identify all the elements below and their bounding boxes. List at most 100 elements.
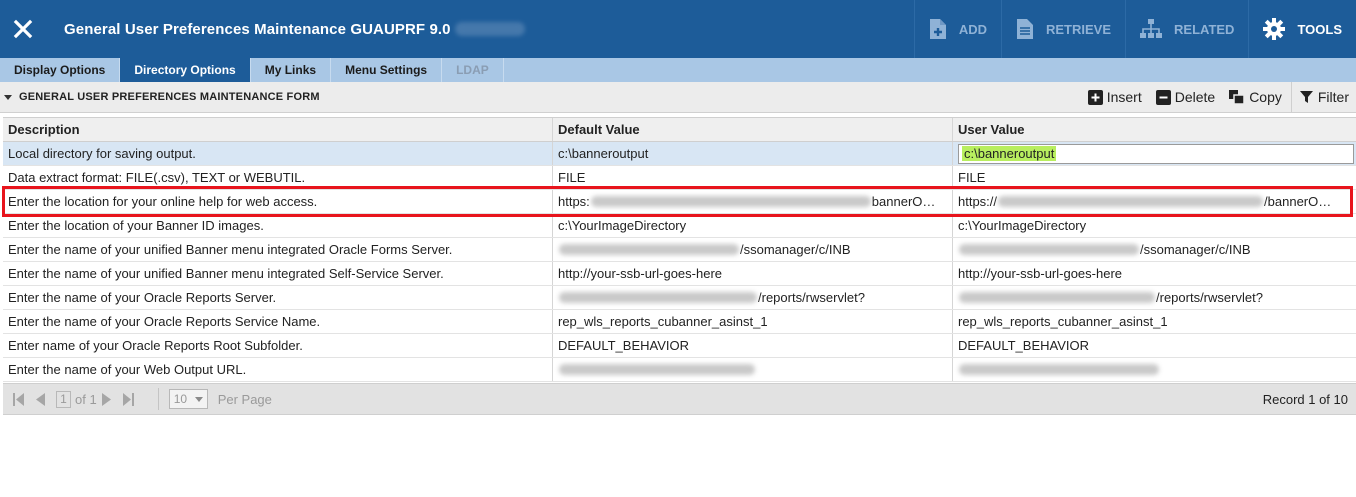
table-row[interactable]: Enter the location for your online help …: [3, 190, 1356, 214]
table-row[interactable]: Enter the name of your Web Output URL.: [3, 358, 1356, 382]
delete-button[interactable]: Delete: [1149, 82, 1222, 113]
redacted-text: [559, 292, 757, 303]
description-cell: Data extract format: FILE(.csv), TEXT or…: [3, 166, 553, 189]
table-row[interactable]: Enter the name of your Oracle Reports Se…: [3, 286, 1356, 310]
app-header: General User Preferences Maintenance GUA…: [0, 0, 1356, 58]
default-value-cell: FILE: [553, 166, 953, 189]
column-header-user-value[interactable]: User Value: [953, 118, 1356, 141]
description-cell: Enter the name of your Web Output URL.: [3, 358, 553, 381]
add-label: ADD: [958, 21, 987, 37]
table-row[interactable]: Enter the name of your Oracle Reports Se…: [3, 310, 1356, 334]
user-value-input[interactable]: c:\banneroutput: [958, 143, 1354, 164]
table-row[interactable]: Data extract format: FILE(.csv), TEXT or…: [3, 166, 1356, 190]
retrieve-document-icon: [1017, 19, 1033, 39]
tools-label: TOOLS: [1297, 21, 1342, 37]
gear-icon: [1263, 18, 1286, 40]
add-button[interactable]: ADD: [913, 0, 1001, 58]
tab-menu-settings[interactable]: Menu Settings: [331, 58, 443, 82]
collapse-caret-icon[interactable]: [4, 94, 12, 100]
redacted-text: [959, 364, 1159, 375]
plus-box-icon: [1087, 89, 1103, 105]
insert-button[interactable]: Insert: [1081, 82, 1149, 113]
user-value-prefix: https://: [958, 194, 998, 209]
chevron-down-icon: [194, 396, 203, 402]
last-page-icon: [122, 392, 134, 406]
user-value-suffix: /reports/rwservlet?: [1156, 290, 1263, 305]
page-title-area: General User Preferences Maintenance GUA…: [46, 0, 914, 58]
table-row[interactable]: Enter name of your Oracle Reports Root S…: [3, 334, 1356, 358]
table-row[interactable]: Enter the name of your unified Banner me…: [3, 238, 1356, 262]
delete-label: Delete: [1174, 89, 1216, 105]
page-count-label: of 1: [75, 391, 97, 407]
user-value-cell[interactable]: DEFAULT_BEHAVIOR: [953, 334, 1356, 357]
close-button[interactable]: [0, 0, 46, 58]
user-value-cell[interactable]: c:\YourImageDirectory: [953, 214, 1356, 237]
next-page-icon: [101, 392, 111, 406]
table-row[interactable]: Local directory for saving output. c:\ba…: [3, 142, 1356, 166]
description-cell: Enter the name of your Oracle Reports Se…: [3, 310, 553, 333]
copy-button[interactable]: Copy: [1222, 82, 1289, 113]
retrieve-label: RETRIEVE: [1046, 21, 1112, 37]
tab-directory-options[interactable]: Directory Options: [120, 58, 251, 82]
grid-actions: Insert Delete Copy Filter: [1081, 81, 1356, 113]
default-value-cell: [553, 358, 953, 381]
description-cell: Enter the location for your online help …: [3, 190, 553, 213]
related-button[interactable]: RELATED: [1125, 0, 1248, 58]
user-value-cell[interactable]: rep_wls_reports_cubanner_asinst_1: [953, 310, 1356, 333]
table-row[interactable]: Enter the location of your Banner ID ima…: [3, 214, 1356, 238]
column-header-description[interactable]: Description: [3, 118, 553, 141]
first-page-button[interactable]: [13, 392, 25, 406]
user-value-cell[interactable]: https:// /bannerO…: [953, 190, 1356, 213]
copy-icon: [1229, 89, 1245, 105]
description-cell: Enter the name of your Oracle Reports Se…: [3, 286, 553, 309]
default-value-cell: c:\banneroutput: [553, 142, 953, 165]
user-value-text: c:\banneroutput: [962, 146, 1057, 161]
column-header-default-value[interactable]: Default Value: [553, 118, 953, 141]
user-value-suffix: /bannerO…: [1264, 194, 1332, 209]
default-value-cell: https: bannerO…: [553, 190, 953, 213]
description-cell: Local directory for saving output.: [3, 142, 553, 165]
default-value-cell: c:\YourImageDirectory: [553, 214, 953, 237]
grid-header-row: Description Default Value User Value: [3, 117, 1356, 142]
default-value-prefix: https:: [558, 194, 590, 209]
redacted-text: [559, 364, 755, 375]
preferences-grid: Description Default Value User Value Loc…: [3, 117, 1356, 382]
default-value-suffix: /ssomanager/c/INB: [740, 242, 851, 257]
redacted-text: [998, 196, 1264, 207]
pagination-bar: 1 of 1 10 Per Page Record 1 of 10: [3, 383, 1356, 415]
redacted-text: [590, 196, 871, 207]
related-label: RELATED: [1174, 21, 1235, 37]
section-title: GENERAL USER PREFERENCES MAINTENANCE FOR…: [19, 91, 320, 103]
tab-ldap: LDAP: [442, 58, 504, 82]
default-value-suffix: /reports/rwservlet?: [758, 290, 865, 305]
tab-my-links[interactable]: My Links: [251, 58, 332, 82]
default-value-cell: DEFAULT_BEHAVIOR: [553, 334, 953, 357]
redacted-text: [959, 244, 1139, 255]
user-value-cell[interactable]: /ssomanager/c/INB: [953, 238, 1356, 261]
record-count: Record 1 of 10: [1262, 391, 1348, 407]
user-value-cell[interactable]: http://your-ssb-url-goes-here: [953, 262, 1356, 285]
next-page-button[interactable]: [101, 392, 112, 406]
filter-label: Filter: [1317, 89, 1349, 105]
tab-display-options[interactable]: Display Options: [0, 58, 121, 82]
user-value-cell[interactable]: /reports/rwservlet?: [953, 286, 1356, 309]
default-value-cell: rep_wls_reports_cubanner_asinst_1: [553, 310, 953, 333]
retrieve-button[interactable]: RETRIEVE: [1001, 0, 1125, 58]
page-number-input[interactable]: 1: [56, 390, 71, 408]
user-value-cell[interactable]: c:\banneroutput: [953, 142, 1356, 165]
tools-button[interactable]: TOOLS: [1248, 0, 1356, 58]
sitemap-icon: [1140, 19, 1163, 38]
redacted-text: [959, 292, 1155, 303]
form-section-header: GENERAL USER PREFERENCES MAINTENANCE FOR…: [0, 81, 1356, 113]
filter-button[interactable]: Filter: [1290, 81, 1356, 113]
previous-page-button[interactable]: [35, 392, 46, 406]
table-row[interactable]: Enter the name of your unified Banner me…: [3, 262, 1356, 286]
per-page-label: Per Page: [217, 391, 272, 407]
user-value-cell[interactable]: [953, 358, 1356, 381]
description-cell: Enter name of your Oracle Reports Root S…: [3, 334, 553, 357]
previous-page-icon: [36, 392, 45, 406]
per-page-select[interactable]: 10: [168, 389, 208, 409]
description-cell: Enter the name of your unified Banner me…: [3, 238, 553, 261]
last-page-button[interactable]: [122, 392, 134, 406]
user-value-cell[interactable]: FILE: [953, 166, 1356, 189]
